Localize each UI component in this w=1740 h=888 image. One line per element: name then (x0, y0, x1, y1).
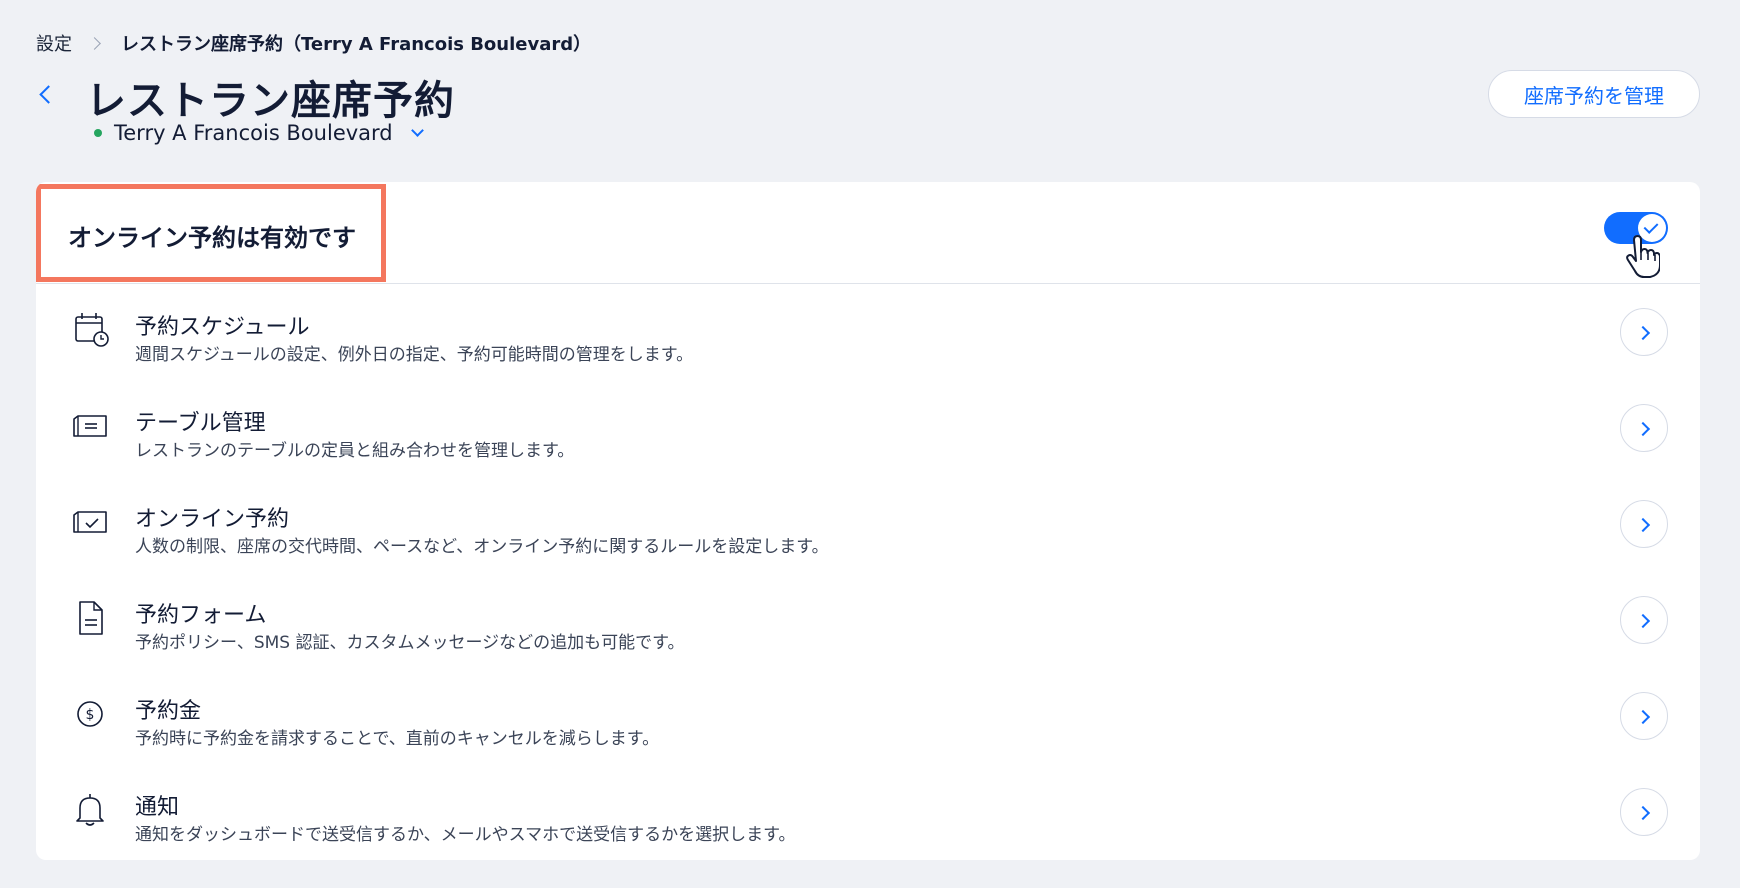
table-icon (73, 415, 107, 437)
back-button[interactable] (36, 80, 56, 108)
dollar-coin-icon: $ (77, 701, 103, 727)
card-header: オンライン予約は有効です (36, 182, 1700, 284)
row-label: 予約フォーム (135, 603, 267, 628)
row-description: 人数の制限、座席の交代時間、ペースなど、オンライン予約に関するルールを設定します… (135, 537, 829, 557)
online-booking-status-title: オンライン予約は有効です (68, 224, 356, 252)
chevron-right-icon[interactable] (1620, 500, 1668, 548)
settings-card: オンライン予約は有効です 予約スケジュール 週間スケジュールの設定、例外日の指定… (36, 182, 1700, 860)
row-description: 予約時に予約金を請求することで、直前のキャンセルを減らします。 (135, 729, 660, 749)
calendar-clock-icon (75, 313, 109, 347)
list-item-tables[interactable]: テーブル管理 レストランのテーブルの定員と組み合わせを管理します。 (36, 380, 1700, 476)
hand-pointer-icon (1626, 235, 1660, 278)
breadcrumb-current: レストラン座席予約（Terry A Francois Boulevard） (121, 34, 592, 55)
document-icon (79, 601, 103, 635)
breadcrumb-settings[interactable]: 設定 (36, 30, 72, 56)
chevron-down-icon (410, 124, 424, 137)
chevron-right-icon[interactable] (1620, 788, 1668, 836)
list-item-deposit[interactable]: $ 予約金 予約時に予約金を請求することで、直前のキャンセルを減らします。 (36, 668, 1700, 764)
list-item-online-booking[interactable]: オンライン予約 人数の制限、座席の交代時間、ペースなど、オンライン予約に関するル… (36, 476, 1700, 572)
settings-list: 予約スケジュール 週間スケジュールの設定、例外日の指定、予約可能時間の管理をしま… (36, 284, 1700, 860)
online-reservation-icon (73, 511, 107, 533)
manage-reservations-button[interactable]: 座席予約を管理 (1488, 70, 1700, 118)
svg-text:$: $ (86, 707, 95, 723)
location-selector[interactable]: Terry A Francois Boulevard (94, 121, 424, 145)
page-title: レストラン座席予約 (86, 78, 455, 124)
row-description: 週間スケジュールの設定、例外日の指定、予約可能時間の管理をします。 (135, 345, 694, 365)
chevron-right-icon[interactable] (1620, 692, 1668, 740)
list-item-booking-form[interactable]: 予約フォーム 予約ポリシー、SMS 認証、カスタムメッセージなどの追加も可能です… (36, 572, 1700, 668)
row-label: オンライン予約 (135, 507, 290, 532)
row-description: 通知をダッシュボードで送受信するか、メールやスマホで送受信するかを選択します。 (135, 825, 796, 845)
bell-icon (76, 794, 104, 826)
row-label: テーブル管理 (135, 411, 266, 436)
list-item-schedule[interactable]: 予約スケジュール 週間スケジュールの設定、例外日の指定、予約可能時間の管理をしま… (36, 284, 1700, 380)
row-label: 予約スケジュール (135, 315, 310, 340)
status-dot-icon (94, 129, 102, 137)
location-name: Terry A Francois Boulevard (114, 121, 393, 145)
breadcrumb-separator-icon (88, 36, 101, 50)
row-label: 予約金 (135, 699, 202, 724)
row-description: レストランのテーブルの定員と組み合わせを管理します。 (135, 441, 575, 461)
row-label: 通知 (135, 795, 180, 820)
chevron-right-icon[interactable] (1620, 308, 1668, 356)
breadcrumb: 設定 レストラン座席予約（Terry A Francois Boulevard） (36, 30, 591, 56)
chevron-right-icon[interactable] (1620, 596, 1668, 644)
row-description: 予約ポリシー、SMS 認証、カスタムメッセージなどの追加も可能です。 (135, 633, 685, 653)
chevron-right-icon[interactable] (1620, 404, 1668, 452)
list-item-notifications[interactable]: 通知 通知をダッシュボードで送受信するか、メールやスマホで送受信するかを選択しま… (36, 764, 1700, 860)
